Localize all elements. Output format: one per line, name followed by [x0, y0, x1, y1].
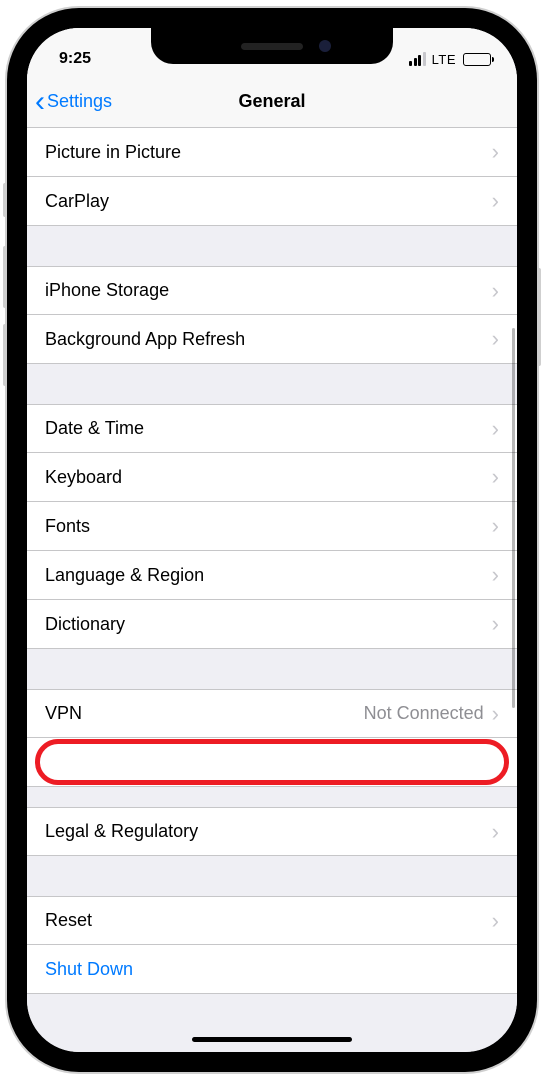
chevron-right-icon: ›	[492, 564, 499, 586]
screen: 9:25 LTE ‹ Settings General Picture in P…	[27, 28, 517, 1052]
back-button[interactable]: ‹ Settings	[35, 87, 112, 117]
cellular-bars-icon	[409, 52, 426, 66]
row-label: iPhone Storage	[45, 280, 492, 301]
group-spacer	[27, 856, 517, 896]
scroll-indicator[interactable]	[512, 328, 515, 708]
phone-frame: 9:25 LTE ‹ Settings General Picture in P…	[7, 8, 537, 1072]
row-legal-regulatory[interactable]: Legal & Regulatory ›	[27, 807, 517, 856]
row-highlighted-empty[interactable]	[27, 738, 517, 787]
chevron-right-icon: ›	[492, 703, 499, 725]
row-label: Date & Time	[45, 418, 492, 439]
row-label: Fonts	[45, 516, 492, 537]
chevron-right-icon: ›	[492, 280, 499, 302]
row-label: Picture in Picture	[45, 142, 492, 163]
group-spacer	[27, 364, 517, 404]
nav-bar: ‹ Settings General	[27, 76, 517, 128]
row-background-app-refresh[interactable]: Background App Refresh ›	[27, 315, 517, 364]
chevron-right-icon: ›	[492, 466, 499, 488]
chevron-right-icon: ›	[492, 910, 499, 932]
settings-list[interactable]: Picture in Picture › CarPlay › iPhone St…	[27, 128, 517, 1052]
status-right: LTE	[409, 52, 495, 67]
annotation-highlight	[35, 739, 509, 785]
row-label: Shut Down	[45, 959, 499, 980]
row-label: Keyboard	[45, 467, 492, 488]
row-language-region[interactable]: Language & Region ›	[27, 551, 517, 600]
row-dictionary[interactable]: Dictionary ›	[27, 600, 517, 649]
row-keyboard[interactable]: Keyboard ›	[27, 453, 517, 502]
group-spacer	[27, 994, 517, 1052]
battery-icon	[463, 53, 491, 66]
row-picture-in-picture[interactable]: Picture in Picture ›	[27, 128, 517, 177]
row-label: Reset	[45, 910, 492, 931]
row-label: Background App Refresh	[45, 329, 492, 350]
row-shut-down[interactable]: Shut Down	[27, 945, 517, 994]
row-label: VPN	[45, 703, 364, 724]
chevron-right-icon: ›	[492, 613, 499, 635]
row-vpn[interactable]: VPN Not Connected ›	[27, 689, 517, 738]
group-spacer	[27, 226, 517, 266]
chevron-right-icon: ›	[492, 821, 499, 843]
phone-bezel: 9:25 LTE ‹ Settings General Picture in P…	[13, 14, 531, 1066]
mute-switch	[3, 183, 7, 217]
group-spacer	[27, 787, 517, 807]
home-indicator[interactable]	[192, 1037, 352, 1042]
row-label: Language & Region	[45, 565, 492, 586]
chevron-right-icon: ›	[492, 141, 499, 163]
row-label: Legal & Regulatory	[45, 821, 492, 842]
power-button	[537, 268, 541, 366]
nav-title: General	[238, 91, 305, 112]
row-reset[interactable]: Reset ›	[27, 896, 517, 945]
row-label: Dictionary	[45, 614, 492, 635]
chevron-right-icon: ›	[492, 328, 499, 350]
volume-up-button	[3, 246, 7, 308]
back-label: Settings	[47, 91, 112, 112]
chevron-right-icon: ›	[492, 515, 499, 537]
chevron-left-icon: ‹	[35, 87, 45, 117]
row-date-time[interactable]: Date & Time ›	[27, 404, 517, 453]
volume-down-button	[3, 324, 7, 386]
group-spacer	[27, 649, 517, 689]
chevron-right-icon: ›	[492, 190, 499, 212]
row-fonts[interactable]: Fonts ›	[27, 502, 517, 551]
chevron-right-icon: ›	[492, 418, 499, 440]
row-value: Not Connected	[364, 703, 484, 724]
status-time: 9:25	[49, 50, 91, 68]
row-iphone-storage[interactable]: iPhone Storage ›	[27, 266, 517, 315]
row-carplay[interactable]: CarPlay ›	[27, 177, 517, 226]
network-label: LTE	[432, 52, 456, 67]
notch	[151, 28, 393, 64]
row-label: CarPlay	[45, 191, 492, 212]
